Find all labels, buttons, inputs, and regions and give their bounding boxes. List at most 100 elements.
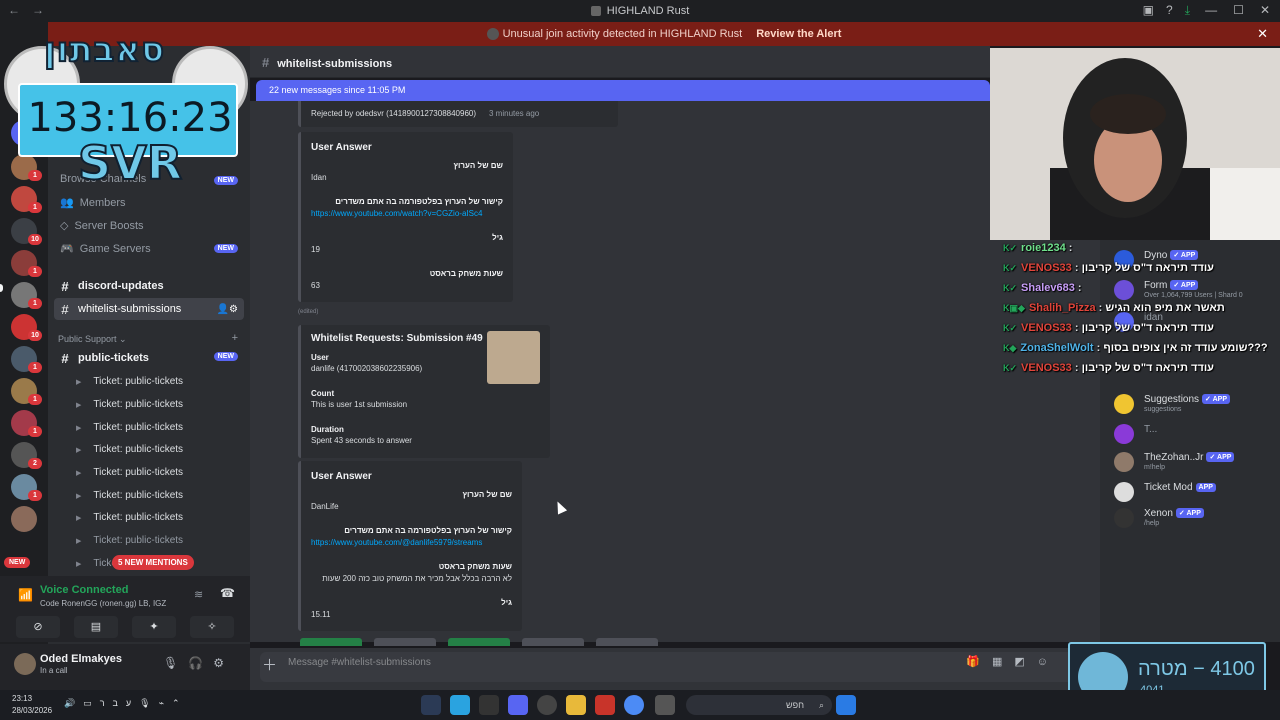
search-label: חפש [786,700,804,710]
headphones-icon[interactable]: 🎧 [188,656,213,670]
soundboard-button[interactable]: ✧ [190,616,234,638]
accept-button[interactable] [300,638,362,646]
telegram-app-icon[interactable] [450,695,470,715]
add-channel-icon[interactable]: + [232,332,238,344]
server-icon [590,6,601,16]
server-icon[interactable] [11,506,37,532]
close-icon[interactable]: ✕ [1260,3,1270,17]
unread-badge: 1 [28,202,42,213]
youtube-link[interactable]: https://www.youtube.com/@danlife5979/str… [311,538,482,547]
reject-with-message-button[interactable] [522,638,584,646]
accept-with-message-button[interactable] [448,638,510,646]
voice-server[interactable]: Code RonenGG (ronen.gg) LB, IGZ [40,599,166,608]
avatar[interactable] [14,653,36,675]
game-servers-item[interactable]: 🎮 Game Servers [60,242,151,256]
thread-item[interactable]: ▶ Ticket: public-tickets [76,444,183,455]
gift-icon[interactable]: 🎁 [966,656,992,668]
thread-item[interactable]: ▶ Ticket: public-tickets [76,490,183,501]
review-alert-link[interactable]: Review the Alert [756,28,841,40]
channel-discord-updates[interactable]: # discord-updates [48,275,250,297]
member-item[interactable]: T... [1114,424,1157,444]
channel-title-label: whitelist-submissions [277,58,393,70]
message-input[interactable]: Message #whitelist-submissions [288,657,431,668]
member-item[interactable]: Form ✓ APP Over 1,064,799 Users | Shard 0 [1114,280,1243,300]
field-value: This is user 1st submission [311,400,408,409]
taskbar-search[interactable]: חפש ⌕ [686,695,832,715]
user-thumbnail[interactable] [487,331,540,384]
display-icon[interactable]: ▭ [83,698,100,708]
app-icon[interactable] [479,695,499,715]
camera-off-button[interactable]: ⊘ [16,616,60,638]
new-messages-bar[interactable]: 22 new messages since 11:05 PM [256,80,990,101]
channel-whitelist-submissions[interactable]: # whitelist-submissions 👤⚙ [54,298,244,320]
server-boosts-item[interactable]: ◇ Server Boosts [60,219,144,233]
hash-icon: # [262,55,270,70]
unread-badge: 1 [28,394,42,405]
network-icon[interactable]: ⌁ [159,698,172,708]
username[interactable]: Oded Elmakyes [40,653,122,665]
help-icon[interactable]: ? [1166,3,1173,18]
member-item[interactable]: Ticket Mod APP [1114,482,1216,502]
steam-app-icon[interactable] [421,695,441,715]
forward-arrow-icon[interactable]: → [32,3,44,17]
thread-item[interactable]: ▶ Ticket: public-tickets [76,535,183,546]
app-icon[interactable] [655,695,675,715]
sticker-icon[interactable]: ◩ [1014,656,1036,668]
thread-item[interactable]: ▶ Ticket: public-tickets [76,376,183,387]
download-icon[interactable]: ⤓ [1185,3,1190,18]
invite-settings-icon[interactable]: 👤⚙ [217,304,238,315]
member-name-text: Form [1144,280,1168,291]
activities-button[interactable]: ✦ [132,616,176,638]
close-alert-icon[interactable]: ✕ [1257,26,1268,42]
category-public-support[interactable]: Public Support ⌄ [58,334,127,345]
clock[interactable]: 23:13 28/03/2026 [12,693,52,717]
field-name: קישור של הערוץ בפלטפורמה בה אתם משדרים [335,197,503,206]
new-mentions-pill[interactable]: 5 NEW MENTIONS [112,555,194,570]
field-value: 15.11 [311,610,331,619]
unread-badge: 1 [28,266,42,277]
youtube-link[interactable]: https://www.youtube.com/watch?v=CGZio-aI… [311,209,482,218]
nav-buttons: ← → [8,3,44,17]
chat-user: VENOS33 [1021,322,1072,334]
maximize-icon[interactable]: ☐ [1233,3,1244,17]
member-name-text: Dyno [1144,250,1168,261]
thread-item[interactable]: ▶ Ticket: public-tickets [76,467,183,478]
volume-icon[interactable]: 🔊 [64,698,83,708]
thread-item[interactable]: ▶ Ticket: public-tickets [76,422,183,433]
minimize-icon[interactable]: — [1205,3,1217,17]
thread-item[interactable]: ▶ Ticket: public-tickets [76,399,183,410]
field-name: גיל [501,598,512,607]
reject-button[interactable] [374,638,436,646]
lang-indicator[interactable]: עבר [100,698,139,708]
start-menu-icon[interactable] [836,695,856,715]
chrome-app-icon[interactable] [624,695,644,715]
emoji-icon[interactable]: ☺ [1037,656,1060,668]
member-item[interactable]: Xenon ✓ APP/help [1114,508,1204,528]
member-item[interactable]: Suggestions ✓ APP suggestions [1114,394,1230,414]
mic-icon[interactable]: 🎙 [163,656,188,670]
gif-icon[interactable]: ▦ [992,656,1014,668]
thread-item[interactable]: ▶ Ticket: public-tickets [76,512,183,523]
settings-gear-icon[interactable]: ⚙ [213,656,234,670]
member-item[interactable]: TheZohan..Jr ✓ APP m!help [1114,452,1235,472]
member-name-text: TheZohan..Jr [1144,452,1204,463]
inbox-icon[interactable]: ▣ [1143,3,1154,18]
back-arrow-icon[interactable]: ← [8,3,20,17]
discord-app-icon[interactable] [508,695,528,715]
chevron-up-icon[interactable]: ⌃ [172,698,188,708]
disconnect-icon[interactable]: ☎ [220,586,235,600]
file-explorer-app-icon[interactable] [566,695,586,715]
member-subtitle: /help [1144,520,1160,527]
request-clarification-button[interactable] [596,638,658,646]
attach-plus-icon[interactable]: ＋ [262,654,277,675]
chat-message: עודד תיראה ד"ס של קריבון [1081,262,1214,274]
member-name: Ticket Mod APP [1144,482,1216,493]
new-unreads-pill[interactable]: NEW [4,557,31,568]
noise-suppression-icon[interactable]: ≋ [194,588,203,601]
app-icon[interactable] [595,695,615,715]
screen-share-button[interactable]: ▤ [74,616,118,638]
media-player-app-icon[interactable] [537,695,557,715]
stream-chat-line: K✓ VENOS33 : עודד תיראה ד"ס של קריבון [1003,262,1214,274]
mic-icon[interactable]: 🎙 [139,698,158,708]
members-item[interactable]: 👥 Members [60,196,126,210]
